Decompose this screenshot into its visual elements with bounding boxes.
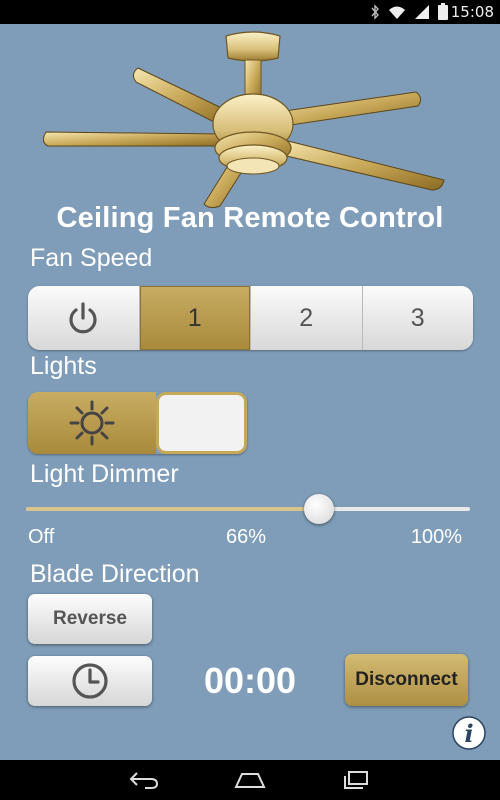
home-button[interactable] <box>230 766 270 794</box>
slider-thumb[interactable] <box>304 494 334 524</box>
info-icon[interactable]: i <box>452 716 486 750</box>
light-dimmer-slider[interactable] <box>26 494 470 524</box>
blade-direction-label: Blade Direction <box>30 560 200 588</box>
dimmer-max-label: 100% <box>410 526 462 548</box>
lights-label: Lights <box>30 352 97 380</box>
dimmer-min-label: Off <box>28 526 55 548</box>
timer-button[interactable] <box>28 656 152 706</box>
page-title: Ceiling Fan Remote Control <box>56 202 444 234</box>
battery-icon <box>438 3 448 20</box>
fan-speed-power-button[interactable] <box>28 286 140 350</box>
status-icons <box>370 3 448 20</box>
dimmer-value-label: 66% <box>226 526 267 548</box>
lights-toggle[interactable] <box>28 392 247 454</box>
sun-icon <box>69 400 115 446</box>
app-screen: Ceiling Fan Remote Control Fan Speed 1 2… <box>0 24 500 760</box>
bluetooth-icon <box>371 3 379 20</box>
fan-speed-3-button[interactable]: 3 <box>362 286 473 350</box>
back-button[interactable] <box>124 766 164 794</box>
signal-icon <box>415 4 429 19</box>
fan-speed-selector: 1 2 3 <box>28 286 473 350</box>
back-icon <box>129 772 159 789</box>
wifi-icon <box>389 6 405 19</box>
clock-icon <box>72 663 108 699</box>
svg-text:i: i <box>464 719 473 748</box>
power-icon <box>69 302 97 334</box>
recent-apps-button[interactable] <box>336 766 376 794</box>
timer-display: 00:00 <box>203 660 297 701</box>
lights-on-segment <box>28 392 156 454</box>
light-dimmer-label: Light Dimmer <box>30 460 179 488</box>
fan-speed-2-button[interactable]: 2 <box>251 286 363 350</box>
slider-fill <box>26 507 319 511</box>
status-time: 15:08 <box>450 3 494 21</box>
fan-speed-1-button[interactable]: 1 <box>139 286 251 350</box>
lights-toggle-knob <box>156 392 247 454</box>
fan-speed-label: Fan Speed <box>30 244 153 272</box>
status-bar: 15:08 <box>0 0 500 24</box>
home-icon <box>234 773 266 788</box>
ceiling-fan-illustration <box>42 31 445 208</box>
navigation-bar <box>0 760 500 800</box>
recent-apps-icon <box>344 771 368 789</box>
reverse-button[interactable]: Reverse <box>28 594 152 644</box>
disconnect-button[interactable]: Disconnect <box>345 654 468 706</box>
